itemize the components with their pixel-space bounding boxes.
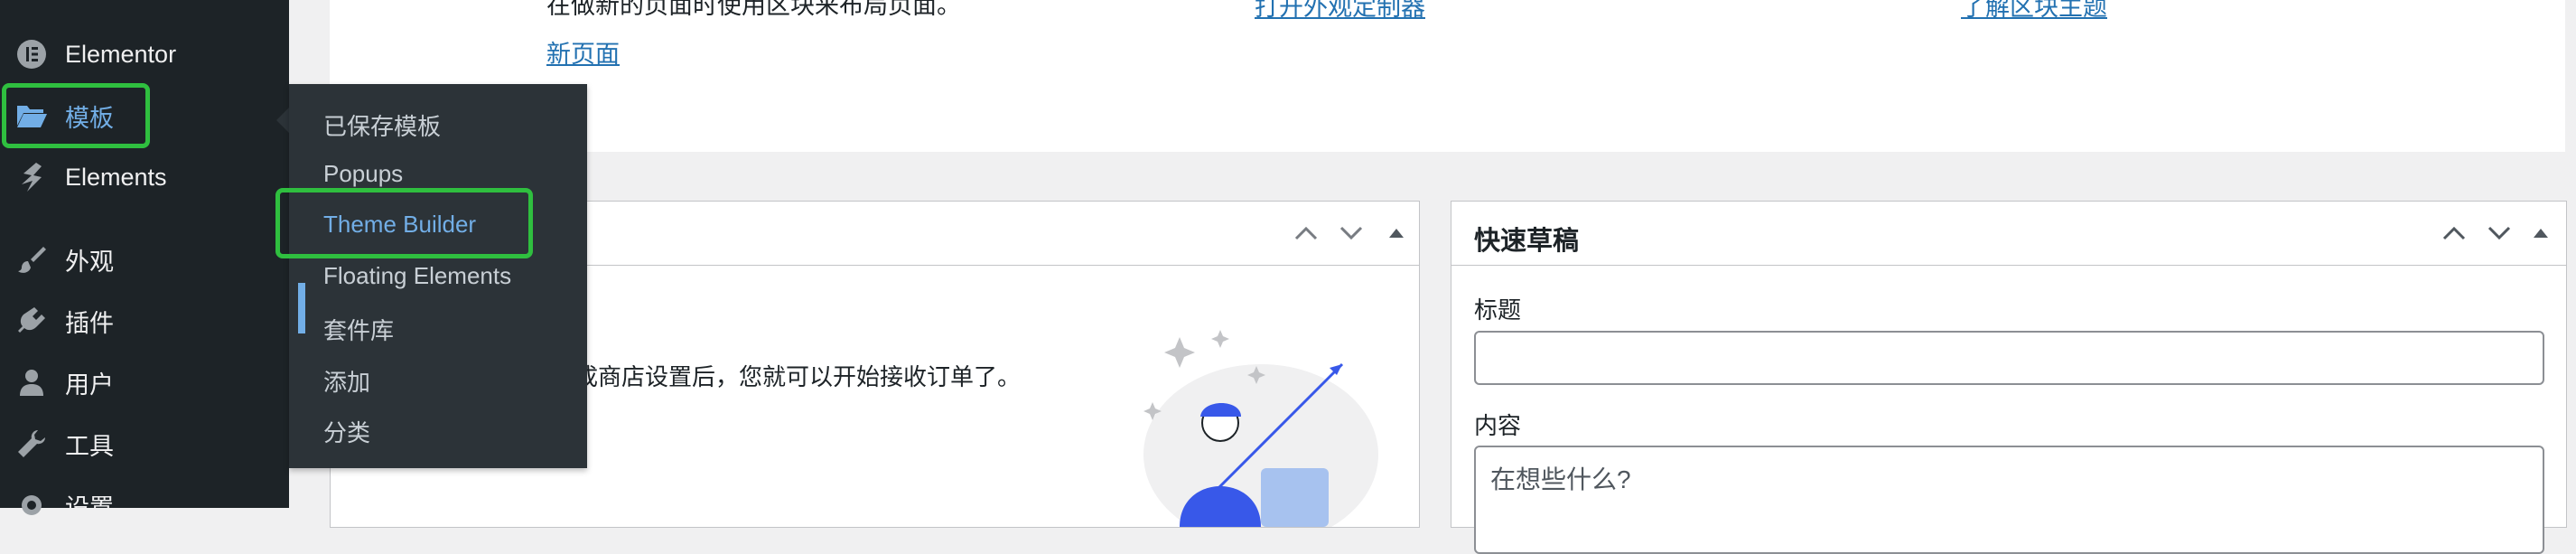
- submenu-floating-elements[interactable]: Floating Elements: [323, 262, 511, 290]
- menu-item-label: 模板: [65, 104, 114, 132]
- menu-item-appearance[interactable]: 外观: [0, 232, 289, 286]
- block-theme-link[interactable]: 了解区块主题: [1961, 0, 2107, 23]
- paintbrush-icon: [14, 242, 49, 277]
- flyout-arrow: [276, 108, 289, 133]
- collapse-toggle-icon[interactable]: [2523, 215, 2559, 251]
- draft-title-label: 标题: [1474, 296, 1522, 324]
- menu-item-elementor[interactable]: Elementor: [0, 27, 289, 81]
- draft-content-placeholder: 在想些什么?: [1490, 465, 1631, 493]
- submenu-popups[interactable]: Popups: [323, 160, 403, 188]
- move-up-icon[interactable]: [2436, 215, 2472, 251]
- elements-bolt-icon: [14, 160, 49, 194]
- menu-item-label: 设置: [65, 493, 114, 521]
- submenu-categories[interactable]: 分类: [323, 415, 370, 448]
- menu-item-label: 工具: [65, 432, 114, 460]
- menu-item-tools[interactable]: 工具: [0, 417, 289, 471]
- move-down-icon[interactable]: [1333, 215, 1369, 251]
- plugin-icon: [14, 304, 49, 338]
- draft-content-label: 内容: [1474, 412, 1522, 439]
- store-setup-illustration: [1143, 330, 1378, 527]
- submenu-kit-library[interactable]: 套件库: [323, 313, 394, 346]
- submenu-saved-templates[interactable]: 已保存模板: [323, 108, 441, 142]
- admin-sidebar: Elementor 模板 Elements 外观 插件 用户 工具 设置: [0, 0, 289, 521]
- site-editor-link[interactable]: 打开外观定制器: [1255, 0, 1425, 23]
- menu-item-label: Elements: [65, 163, 167, 191]
- new-page-link[interactable]: 新页面: [546, 34, 620, 70]
- collapse-toggle-icon[interactable]: [1378, 215, 1414, 251]
- menu-item-elements[interactable]: Elements: [0, 150, 289, 204]
- menu-item-templates[interactable]: 模板: [0, 89, 289, 143]
- menu-item-label: 外观: [65, 248, 114, 276]
- templates-submenu: 已保存模板 Popups Theme Builder Floating Elem…: [289, 84, 587, 468]
- postbox-header: 快速草稿: [1451, 202, 2566, 266]
- menu-item-label: 插件: [65, 309, 114, 337]
- draft-title-input[interactable]: [1474, 331, 2544, 385]
- menu-item-plugins[interactable]: 插件: [0, 294, 289, 348]
- draft-content-textarea[interactable]: 在想些什么?: [1474, 446, 2544, 554]
- active-indicator: [298, 283, 305, 333]
- menu-item-users[interactable]: 用户: [0, 355, 289, 409]
- menu-item-label: 用户: [65, 371, 114, 399]
- submenu-theme-builder[interactable]: Theme Builder: [323, 211, 476, 239]
- move-up-icon[interactable]: [1288, 215, 1324, 251]
- welcome-panel: 在做新的页面时使用区块来布局页面。 打开外观定制器 了解区块主题 新页面: [330, 0, 2565, 152]
- user-icon: [14, 365, 49, 399]
- setup-message: 成商店设置后，您就可以开始接收订单了。: [574, 363, 1022, 390]
- folder-open-icon: [14, 99, 49, 133]
- menu-item-label: Elementor: [65, 40, 177, 68]
- wrench-icon: [14, 427, 49, 461]
- move-down-icon[interactable]: [2481, 215, 2517, 251]
- menu-item-settings[interactable]: 设置: [0, 478, 289, 532]
- elementor-icon: [14, 37, 49, 71]
- settings-icon: [14, 488, 49, 522]
- postbox-title: 快速草稿: [1474, 227, 1580, 256]
- quick-draft-postbox: 快速草稿 标题 内容 在想些什么?: [1451, 201, 2567, 554]
- submenu-add-new[interactable]: 添加: [323, 364, 370, 398]
- welcome-text: 在做新的页面时使用区块来布局页面。: [546, 0, 961, 19]
